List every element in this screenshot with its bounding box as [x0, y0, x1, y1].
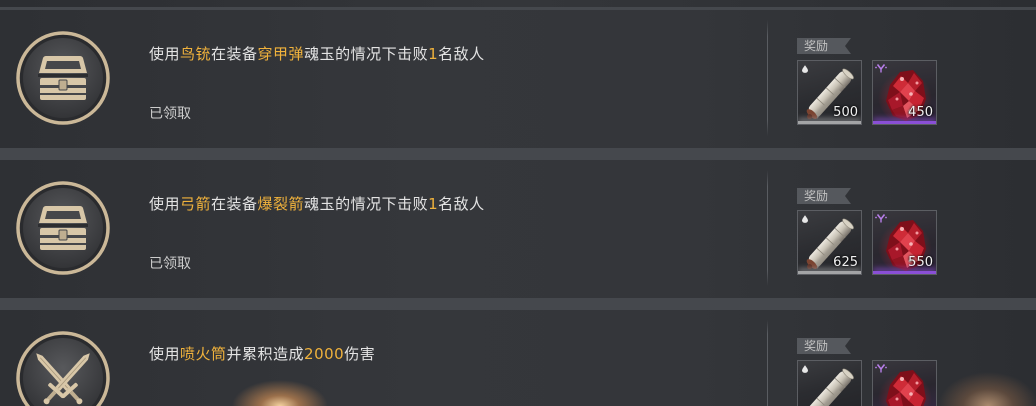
purple-rune-icon	[875, 64, 887, 73]
reward-amount: 625	[833, 255, 858, 270]
quest-row: 使用 弓箭 在装备 爆裂箭 魂玉的情况下击败 1 名敌人 已领取 奖励 625	[0, 160, 1036, 298]
soul-jade-name: 爆裂箭	[257, 195, 305, 213]
reward-amount: 550	[908, 255, 933, 270]
quest-row: 使用 鸟铳 在装备 穿甲弹 魂玉的情况下击败 1 名敌人 已领取 奖励 500	[0, 10, 1036, 148]
rarity-bar	[873, 121, 936, 124]
previous-row-edge	[0, 0, 1036, 7]
damage-amount: 2000	[304, 345, 345, 363]
title-text: 魂玉的情况下击败	[304, 45, 429, 63]
reward-label-tag: 奖励	[797, 338, 851, 354]
weapon-name: 鸟铳	[180, 45, 212, 63]
chest-icon	[16, 181, 110, 275]
title-text: 魂玉的情况下击败	[304, 195, 429, 213]
title-text: 使用	[149, 195, 181, 213]
drop-icon	[802, 365, 808, 373]
reward-amount: 500	[833, 105, 858, 120]
reward-label: 奖励	[804, 339, 829, 353]
quest-title: 使用 喷火筒 并累积造成 2000 伤害	[149, 344, 375, 364]
reward-label: 奖励	[804, 189, 829, 203]
soul-jade-name: 穿甲弹	[257, 45, 305, 63]
reward-item[interactable]: 450	[872, 60, 937, 125]
kill-count: 1	[428, 195, 439, 213]
quest-title: 使用 鸟铳 在装备 穿甲弹 魂玉的情况下击败 1 名敌人	[149, 44, 485, 64]
purple-rune-icon	[875, 214, 887, 223]
claimed-status: 已领取	[149, 106, 191, 122]
title-text: 使用	[149, 345, 181, 363]
reward-label-tag: 奖励	[797, 38, 851, 54]
rarity-bar	[798, 271, 861, 274]
quest-title: 使用 弓箭 在装备 爆裂箭 魂玉的情况下击败 1 名敌人	[149, 194, 485, 214]
kill-count: 1	[428, 45, 439, 63]
rarity-bar	[873, 271, 936, 274]
reward-item[interactable]	[797, 360, 862, 406]
quest-icon-badge	[16, 181, 110, 275]
reward-label: 奖励	[804, 39, 829, 53]
title-text: 使用	[149, 45, 181, 63]
crossed-swords-icon	[16, 331, 110, 406]
reward-divider	[767, 320, 768, 406]
purple-rune-icon	[875, 364, 887, 373]
quest-icon-badge	[16, 331, 110, 406]
quest-icon-badge	[16, 31, 110, 125]
drop-icon	[802, 65, 808, 73]
reward-item[interactable]: 625	[797, 210, 862, 275]
reward-item[interactable]: 550	[872, 210, 937, 275]
weapon-name: 弓箭	[180, 195, 212, 213]
reward-divider	[767, 170, 768, 286]
quest-row: 使用 喷火筒 并累积造成 2000 伤害 奖励	[0, 310, 1036, 406]
title-text: 名敌人	[438, 45, 485, 63]
title-text: 在装备	[211, 195, 258, 213]
title-text: 伤害	[344, 345, 376, 363]
reward-divider	[767, 20, 768, 136]
rarity-bar	[798, 121, 861, 124]
drop-icon	[802, 215, 808, 223]
title-text: 在装备	[211, 45, 258, 63]
reward-item[interactable]: 500	[797, 60, 862, 125]
claimed-status: 已领取	[149, 256, 191, 272]
reward-amount: 450	[908, 105, 933, 120]
weapon-name: 喷火筒	[180, 345, 227, 363]
title-text: 并累积造成	[226, 345, 305, 363]
title-text: 名敌人	[438, 195, 485, 213]
reward-label-tag: 奖励	[797, 188, 851, 204]
reward-item[interactable]	[872, 360, 937, 406]
chest-icon	[16, 31, 110, 125]
